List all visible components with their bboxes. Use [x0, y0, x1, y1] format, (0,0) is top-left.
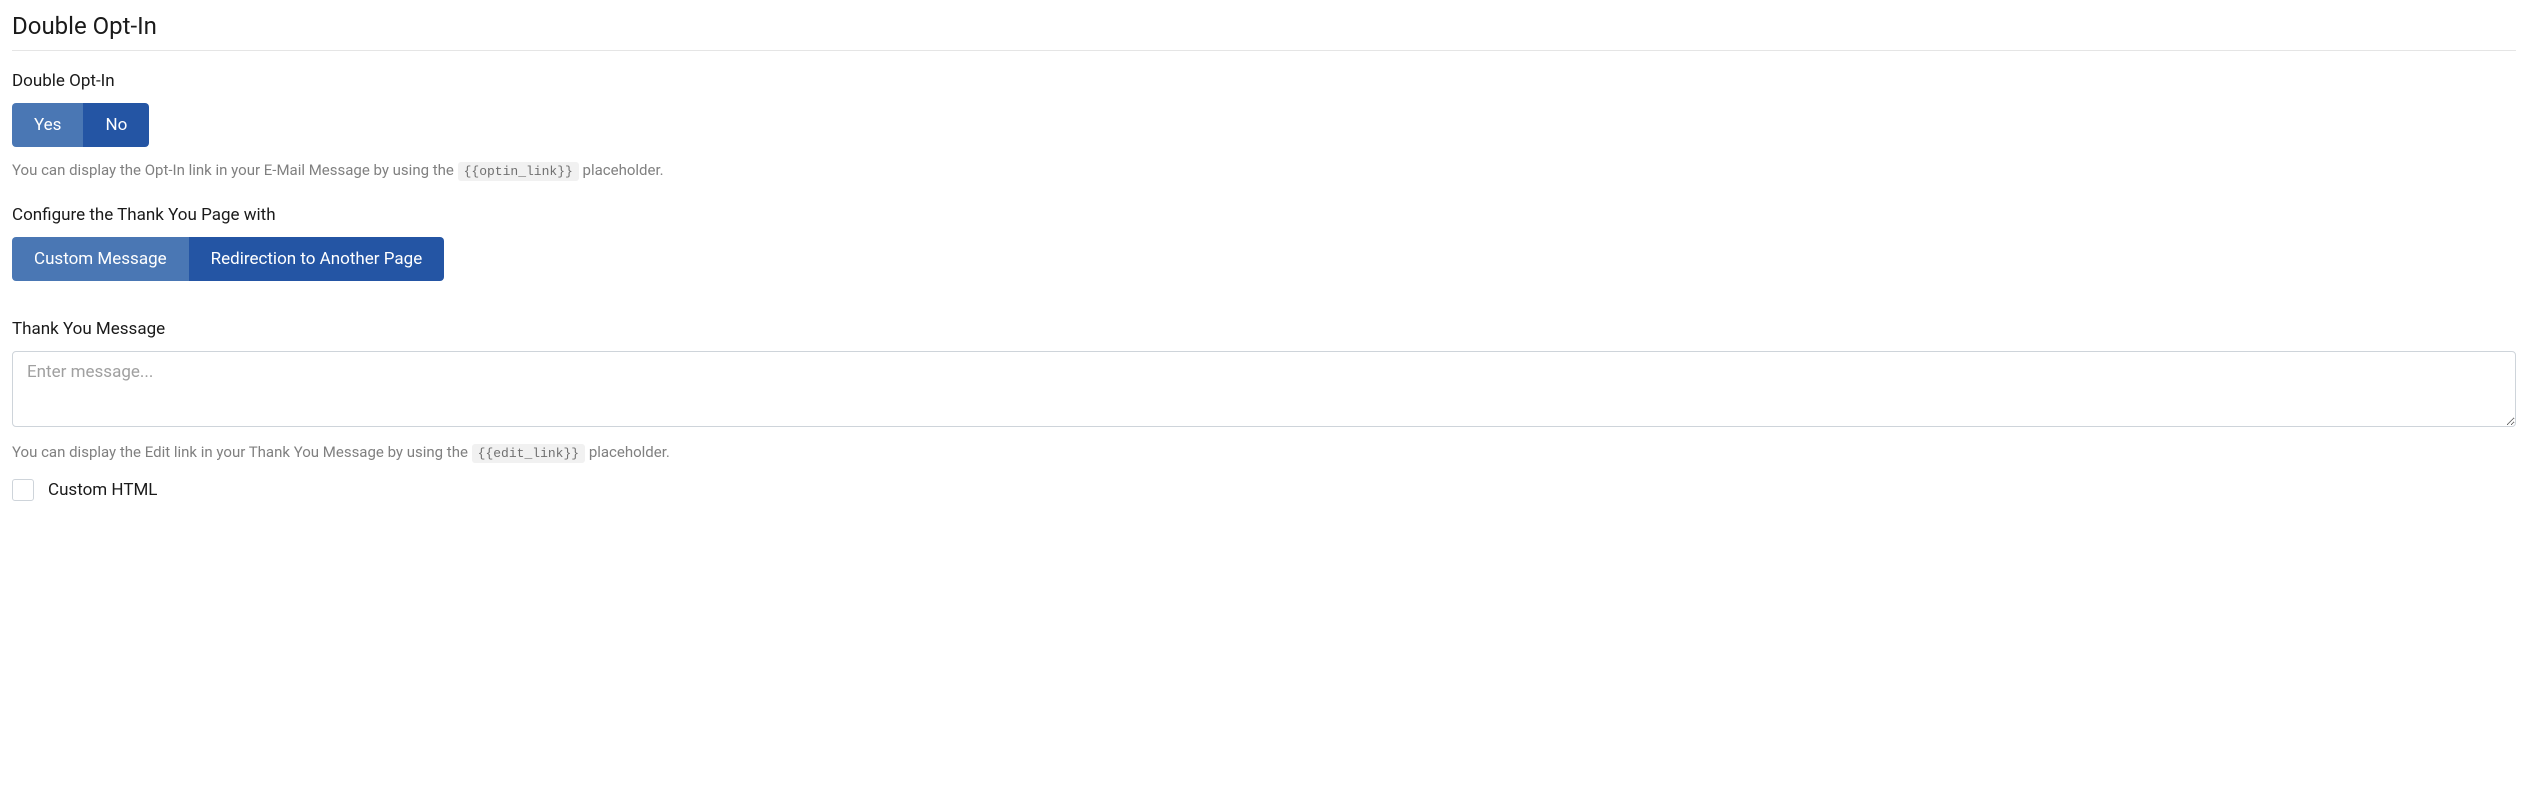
double-opt-in-field: Double Opt-In Yes No You can display the… [12, 71, 2516, 179]
double-opt-in-toggle: Yes No [12, 103, 149, 147]
double-opt-in-label: Double Opt-In [12, 71, 2516, 91]
thank-you-message-label: Thank You Message [12, 319, 2516, 339]
custom-html-label: Custom HTML [48, 480, 157, 500]
section-title: Double Opt-In [12, 12, 2516, 51]
thank-you-help-prefix: You can display the Edit link in your Th… [12, 443, 472, 461]
custom-message-button[interactable]: Custom Message [12, 237, 189, 281]
thank-you-config-toggle: Custom Message Redirection to Another Pa… [12, 237, 444, 281]
opt-in-no-button[interactable]: No [83, 103, 149, 147]
thank-you-help-text: You can display the Edit link in your Th… [12, 443, 2516, 461]
custom-html-checkbox[interactable] [12, 479, 34, 501]
thank-you-help-suffix: placeholder. [589, 443, 670, 461]
opt-in-yes-button[interactable]: Yes [12, 103, 83, 147]
edit-link-placeholder-code: {{edit_link}} [472, 444, 585, 463]
optin-link-placeholder-code: {{optin_link}} [458, 162, 579, 181]
opt-in-help-prefix: You can display the Opt-In link in your … [12, 161, 458, 179]
opt-in-help-suffix: placeholder. [583, 161, 664, 179]
opt-in-help-text: You can display the Opt-In link in your … [12, 161, 2516, 179]
redirect-button[interactable]: Redirection to Another Page [189, 237, 445, 281]
custom-html-row: Custom HTML [12, 479, 2516, 501]
thank-you-config-label: Configure the Thank You Page with [12, 205, 2516, 225]
thank-you-message-field: Thank You Message You can display the Ed… [12, 319, 2516, 461]
thank-you-message-input[interactable] [12, 351, 2516, 427]
thank-you-config-field: Configure the Thank You Page with Custom… [12, 205, 2516, 295]
